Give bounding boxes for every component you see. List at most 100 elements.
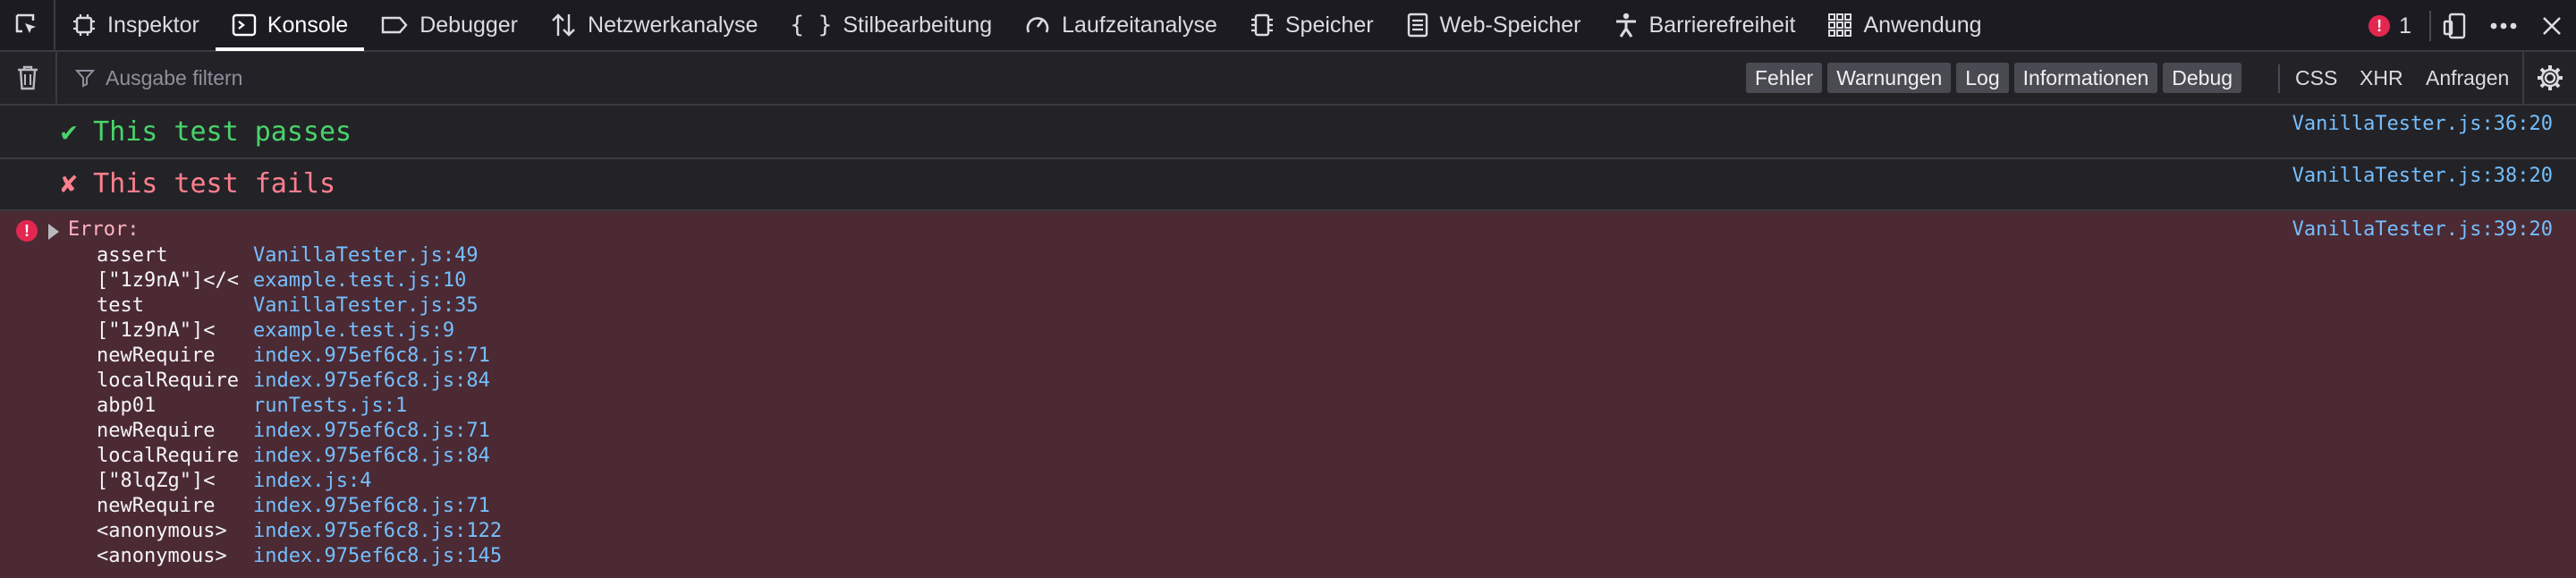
frame-function: ["1z9nA"]</<	[97, 269, 239, 292]
frame-function: newRequire	[97, 344, 216, 367]
frame-function: localRequire	[97, 370, 239, 392]
filter-field	[57, 64, 1685, 91]
filter-input[interactable]	[104, 64, 1449, 91]
element-picker-icon	[15, 13, 36, 33]
filter-fehler-button[interactable]: Fehler	[1746, 63, 1823, 93]
frame-source-link[interactable]: index.975ef6c8.js:122	[253, 519, 502, 544]
frame-function: newRequire	[97, 495, 216, 517]
tab-netzwerkanalyse[interactable]: Netzwerkanalyse	[534, 0, 774, 51]
filter-warnungen-button[interactable]: Warnungen	[1827, 63, 1952, 93]
tab-speicher[interactable]: Speicher	[1233, 0, 1390, 51]
message-source-link[interactable]: VanillaTester.js:39:20	[2292, 218, 2553, 241]
accessibility-icon	[1615, 13, 1636, 38]
stack-trace: assert VanillaTester.js:49 ["1z9nA"]</< exa…	[97, 243, 502, 569]
error-icon: !	[16, 220, 38, 242]
filter-css-button[interactable]: CSS	[2295, 52, 2337, 104]
tab-label: Laufzeitanalyse	[1062, 12, 1217, 38]
frame-function: newRequire	[97, 420, 216, 442]
log-level-filters: Fehler Warnungen Log Informationen Debug	[1746, 63, 2242, 93]
frame-source-link[interactable]: index.js:4	[253, 469, 371, 494]
stack-frame: ["8lqZg"]< index.js:4	[97, 469, 502, 494]
message-source-link[interactable]: VanillaTester.js:38:20	[2292, 165, 2553, 187]
stack-frame: localRequire index.975ef6c8.js:84	[97, 444, 502, 469]
gear-icon	[2538, 65, 2563, 90]
tab-label: Stilbearbeitung	[843, 12, 993, 38]
filter-debug-button[interactable]: Debug	[2163, 63, 2242, 93]
application-icon	[1828, 13, 1852, 37]
tab-label: Anwendung	[1863, 12, 1982, 38]
tab-laufzeitanalyse[interactable]: Laufzeitanalyse	[1008, 0, 1233, 51]
frame-source-link[interactable]: index.975ef6c8.js:84	[253, 369, 490, 394]
divider	[2278, 64, 2280, 93]
frame-source-link[interactable]: example.test.js:9	[253, 319, 454, 344]
filter-log-button[interactable]: Log	[1956, 63, 2009, 93]
message-source-link[interactable]: VanillaTester.js:36:20	[2292, 113, 2553, 135]
error-title: Error:	[68, 218, 140, 241]
tab-label: Web-Speicher	[1439, 12, 1581, 38]
stack-frame: ["1z9nA"]< example.test.js:9	[97, 319, 502, 344]
frame-function: abp01	[97, 395, 157, 417]
frame-function: <anonymous>	[97, 545, 227, 567]
responsive-design-button[interactable]	[2431, 0, 2479, 52]
tab-inspektor[interactable]: Inspektor	[55, 0, 216, 51]
clear-console-button[interactable]	[0, 52, 57, 104]
frame-source-link[interactable]: example.test.js:10	[253, 268, 466, 293]
trash-icon	[18, 65, 38, 90]
devtools-toolbar: Inspektor Konsole Debugger Netzwerkanaly…	[0, 0, 2576, 52]
tab-label: Inspektor	[107, 12, 199, 38]
error-count-badge[interactable]: ! 1	[2351, 13, 2429, 39]
stack-frame: ["1z9nA"]</< example.test.js:10	[97, 268, 502, 293]
frame-function: test	[97, 294, 144, 317]
stack-frame: test VanillaTester.js:35	[97, 293, 502, 319]
tab-konsole[interactable]: Konsole	[215, 0, 365, 51]
frame-function: ["1z9nA"]<	[97, 319, 216, 342]
stack-frame: newRequire index.975ef6c8.js:71	[97, 344, 502, 369]
tab-web-speicher[interactable]: Web-Speicher	[1390, 0, 1597, 51]
tab-debugger[interactable]: Debugger	[364, 0, 534, 51]
tab-label: Speicher	[1284, 12, 1374, 38]
filter-informationen-button[interactable]: Informationen	[2013, 63, 2158, 93]
inspector-icon	[73, 14, 95, 36]
responsive-design-icon	[2443, 13, 2466, 39]
stack-frame: abp01 runTests.js:1	[97, 394, 502, 419]
frame-source-link[interactable]: index.975ef6c8.js:71	[253, 344, 490, 369]
toolbar-controls: ! 1	[2351, 0, 2576, 52]
expand-triangle-icon[interactable]	[48, 224, 59, 240]
element-picker-button[interactable]	[0, 0, 55, 51]
tab-label: Debugger	[419, 12, 519, 38]
frame-function: <anonymous>	[97, 520, 227, 542]
more-options-button[interactable]	[2479, 0, 2528, 52]
more-options-icon	[2490, 22, 2517, 30]
frame-source-link[interactable]: VanillaTester.js:35	[253, 293, 479, 319]
close-devtools-button[interactable]	[2528, 0, 2576, 52]
tab-label: Barrierefreiheit	[1648, 12, 1796, 38]
tab-stilbearbeitung[interactable]: { } Stilbearbeitung	[774, 0, 1008, 51]
stack-frame: assert VanillaTester.js:49	[97, 243, 502, 268]
frame-source-link[interactable]: index.975ef6c8.js:84	[253, 444, 490, 469]
frame-source-link[interactable]: index.975ef6c8.js:145	[253, 544, 502, 569]
frame-source-link[interactable]: index.975ef6c8.js:71	[253, 419, 490, 444]
filter-anfragen-button[interactable]: Anfragen	[2426, 52, 2509, 104]
frame-source-link[interactable]: VanillaTester.js:49	[253, 243, 479, 268]
console-message-error: ! Error: VanillaTester.js:39:20 assert Va…	[0, 211, 2576, 578]
frame-function: assert	[97, 244, 168, 267]
filter-xhr-button[interactable]: XHR	[2360, 52, 2403, 104]
tab-anwendung[interactable]: Anwendung	[1811, 0, 1997, 51]
frame-source-link[interactable]: index.975ef6c8.js:71	[253, 494, 490, 519]
console-filter-bar: Fehler Warnungen Log Informationen Debug…	[0, 52, 2576, 106]
stack-frame: <anonymous> index.975ef6c8.js:122	[97, 519, 502, 544]
network-icon	[552, 13, 575, 37]
tab-barrierefreiheit[interactable]: Barrierefreiheit	[1597, 0, 1812, 51]
performance-icon	[1026, 17, 1049, 33]
filter-icon	[75, 70, 95, 88]
tab-label: Konsole	[267, 12, 349, 38]
frame-source-link[interactable]: runTests.js:1	[253, 394, 407, 419]
stack-frame: localRequire index.975ef6c8.js:84	[97, 369, 502, 394]
message-text: ✘ This test fails	[61, 168, 336, 200]
console-settings-button[interactable]	[2522, 52, 2576, 104]
message-text: ✔ This test passes	[61, 116, 352, 148]
close-icon	[2543, 17, 2561, 35]
debugger-icon	[382, 16, 408, 34]
frame-function: ["8lqZg"]<	[97, 470, 216, 492]
storage-icon	[1407, 13, 1428, 38]
